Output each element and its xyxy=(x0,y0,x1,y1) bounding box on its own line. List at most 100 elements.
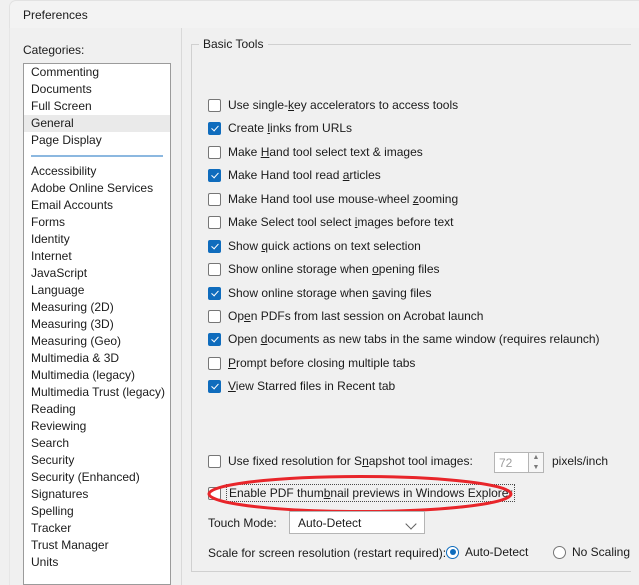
category-item[interactable]: Units xyxy=(24,554,170,571)
checkbox-box[interactable] xyxy=(208,145,221,159)
basic-tools-checkbox-row[interactable]: Show online storage when opening files xyxy=(208,260,440,278)
checkbox-label: View Starred files in Recent tab xyxy=(228,379,396,393)
category-item[interactable]: Signatures xyxy=(24,486,170,503)
category-item[interactable]: Reviewing xyxy=(24,418,170,435)
basic-tools-checkbox-row[interactable]: Show online storage when saving files xyxy=(208,284,431,302)
touch-mode-label: Touch Mode: xyxy=(208,516,277,530)
checkbox-box[interactable] xyxy=(208,192,221,206)
categories-listbox[interactable]: Commenting Documents Full Screen General Pag… xyxy=(23,63,171,585)
basic-tools-checkbox-row[interactable]: Make Hand tool read articles xyxy=(208,166,381,184)
category-item[interactable]: Page Display xyxy=(24,132,170,149)
category-item[interactable]: Adobe Online Services xyxy=(24,180,170,197)
basic-tools-checkbox-row[interactable]: Use single-key accelerators to access to… xyxy=(208,96,458,114)
scale-resolution-label: Scale for screen resolution (restart req… xyxy=(208,546,447,560)
preferences-dialog: Preferences Categories: Commenting Docume… xyxy=(0,0,639,585)
category-item[interactable]: Tracker xyxy=(24,520,170,537)
basic-tools-checkbox-row[interactable]: Create links from URLs xyxy=(208,119,352,137)
checkbox-box[interactable] xyxy=(208,356,221,370)
category-item[interactable]: Multimedia Trust (legacy) xyxy=(24,384,170,401)
category-item[interactable]: Measuring (3D) xyxy=(24,316,170,333)
categories-label: Categories: xyxy=(23,43,85,57)
checkbox-label: Create links from URLs xyxy=(228,121,353,135)
panel-divider xyxy=(181,28,182,585)
enable-pdf-thumbnail-previews-label: Enable PDF thumbnail previews in Windows… xyxy=(225,484,516,502)
checkbox-box[interactable] xyxy=(208,215,221,229)
checkbox-label: Show online storage when saving files xyxy=(228,286,432,300)
scale-option-auto-detect-radio[interactable] xyxy=(446,545,459,559)
category-item[interactable]: Language xyxy=(24,282,170,299)
category-separator xyxy=(24,149,170,163)
category-item[interactable]: Forms xyxy=(24,214,170,231)
basic-tools-checkbox-row[interactable]: Show quick actions on text selection xyxy=(208,237,421,255)
snapshot-resolution-unit: pixels/inch xyxy=(552,454,609,468)
snapshot-resolution-label: Use fixed resolution for Snapshot tool i… xyxy=(228,454,473,468)
spinner-down-arrow-icon[interactable]: ▼ xyxy=(529,463,543,472)
checkbox-label: Show online storage when opening files xyxy=(228,262,440,276)
category-item[interactable]: Reading xyxy=(24,401,170,418)
touch-mode-value: Auto-Detect xyxy=(298,516,362,530)
category-item[interactable]: Documents xyxy=(24,81,170,98)
snapshot-resolution-checkbox[interactable]: Use fixed resolution for Snapshot tool i… xyxy=(208,452,473,470)
checkbox-box[interactable] xyxy=(208,168,221,182)
enable-pdf-thumbnail-previews-checkbox[interactable]: Enable PDF thumbnail previews in Windows… xyxy=(208,484,516,502)
checkbox-label: Use single-key accelerators to access to… xyxy=(228,98,459,112)
basic-tools-checkbox-row[interactable]: View Starred files in Recent tab xyxy=(208,377,395,395)
checkbox-box[interactable] xyxy=(208,121,221,135)
checkbox-label: Make Hand tool select text & images xyxy=(228,145,423,159)
basic-tools-checkbox-row[interactable]: Prompt before closing multiple tabs xyxy=(208,354,415,372)
scale-option-no-scaling-label: No Scaling xyxy=(572,545,631,559)
checkbox-label: Make Hand tool use mouse-wheel zooming xyxy=(228,192,459,206)
snapshot-resolution-value: 72 xyxy=(499,456,513,470)
window-title: Preferences xyxy=(23,8,88,22)
snapshot-resolution-checkbox-box[interactable] xyxy=(208,454,221,468)
category-item[interactable]: Internet xyxy=(24,248,170,265)
category-item[interactable]: Identity xyxy=(24,231,170,248)
checkbox-label: Make Hand tool read articles xyxy=(228,168,381,182)
checkbox-label: Open documents as new tabs in the same w… xyxy=(228,332,600,346)
checkbox-label: Show quick actions on text selection xyxy=(228,239,421,253)
category-item[interactable]: Accessibility xyxy=(24,163,170,180)
basic-tools-checkbox-row[interactable]: Open PDFs from last session on Acrobat l… xyxy=(208,307,483,325)
category-item[interactable]: General xyxy=(24,115,170,132)
scale-option-no-scaling[interactable]: No Scaling xyxy=(553,544,630,560)
touch-mode-select[interactable]: Auto-Detect xyxy=(289,511,425,534)
category-item[interactable]: JavaScript xyxy=(24,265,170,282)
category-item[interactable]: Full Screen xyxy=(24,98,170,115)
scale-option-auto-detect[interactable]: Auto-Detect xyxy=(446,544,528,560)
category-item[interactable]: Measuring (2D) xyxy=(24,299,170,316)
checkbox-label: Prompt before closing multiple tabs xyxy=(228,356,416,370)
checkbox-box[interactable] xyxy=(208,239,221,253)
checkbox-box[interactable] xyxy=(208,98,221,112)
checkbox-box[interactable] xyxy=(208,262,221,276)
scale-option-no-scaling-radio[interactable] xyxy=(553,545,566,559)
category-item[interactable]: Spelling xyxy=(24,503,170,520)
chevron-down-icon[interactable] xyxy=(405,518,417,530)
basic-tools-checkbox-row[interactable]: Make Hand tool select text & images xyxy=(208,143,423,161)
checkbox-box[interactable] xyxy=(208,379,221,393)
category-item[interactable]: Security xyxy=(24,452,170,469)
spinner-up-arrow-icon[interactable]: ▲ xyxy=(529,453,543,462)
basic-tools-checkbox-row[interactable]: Open documents as new tabs in the same w… xyxy=(208,330,600,348)
category-item[interactable]: Measuring (Geo) xyxy=(24,333,170,350)
checkbox-box[interactable] xyxy=(208,332,221,346)
checkbox-label: Make Select tool select images before te… xyxy=(228,215,454,229)
dialog-content: Categories: Commenting Documents Full Scre… xyxy=(9,28,639,585)
basic-tools-checkbox-row[interactable]: Make Select tool select images before te… xyxy=(208,213,453,231)
snapshot-resolution-input[interactable]: 72 xyxy=(494,452,532,473)
enable-pdf-thumbnail-previews-box[interactable] xyxy=(208,486,221,500)
scale-option-auto-detect-label: Auto-Detect xyxy=(465,545,529,559)
category-item[interactable]: Search xyxy=(24,435,170,452)
snapshot-resolution-spinner[interactable]: ▲ ▼ xyxy=(528,452,544,473)
category-item[interactable]: Email Accounts xyxy=(24,197,170,214)
checkbox-label: Open PDFs from last session on Acrobat l… xyxy=(228,309,484,323)
basic-tools-title: Basic Tools xyxy=(199,37,269,51)
category-item[interactable]: Commenting xyxy=(24,64,170,81)
category-item[interactable]: Security (Enhanced) xyxy=(24,469,170,486)
category-item[interactable]: Multimedia & 3D xyxy=(24,350,170,367)
basic-tools-checkbox-row[interactable]: Make Hand tool use mouse-wheel zooming xyxy=(208,190,458,208)
checkbox-box[interactable] xyxy=(208,286,221,300)
category-item[interactable]: Trust Manager xyxy=(24,537,170,554)
category-item[interactable]: Multimedia (legacy) xyxy=(24,367,170,384)
title-bar: Preferences xyxy=(9,0,639,28)
checkbox-box[interactable] xyxy=(208,309,221,323)
